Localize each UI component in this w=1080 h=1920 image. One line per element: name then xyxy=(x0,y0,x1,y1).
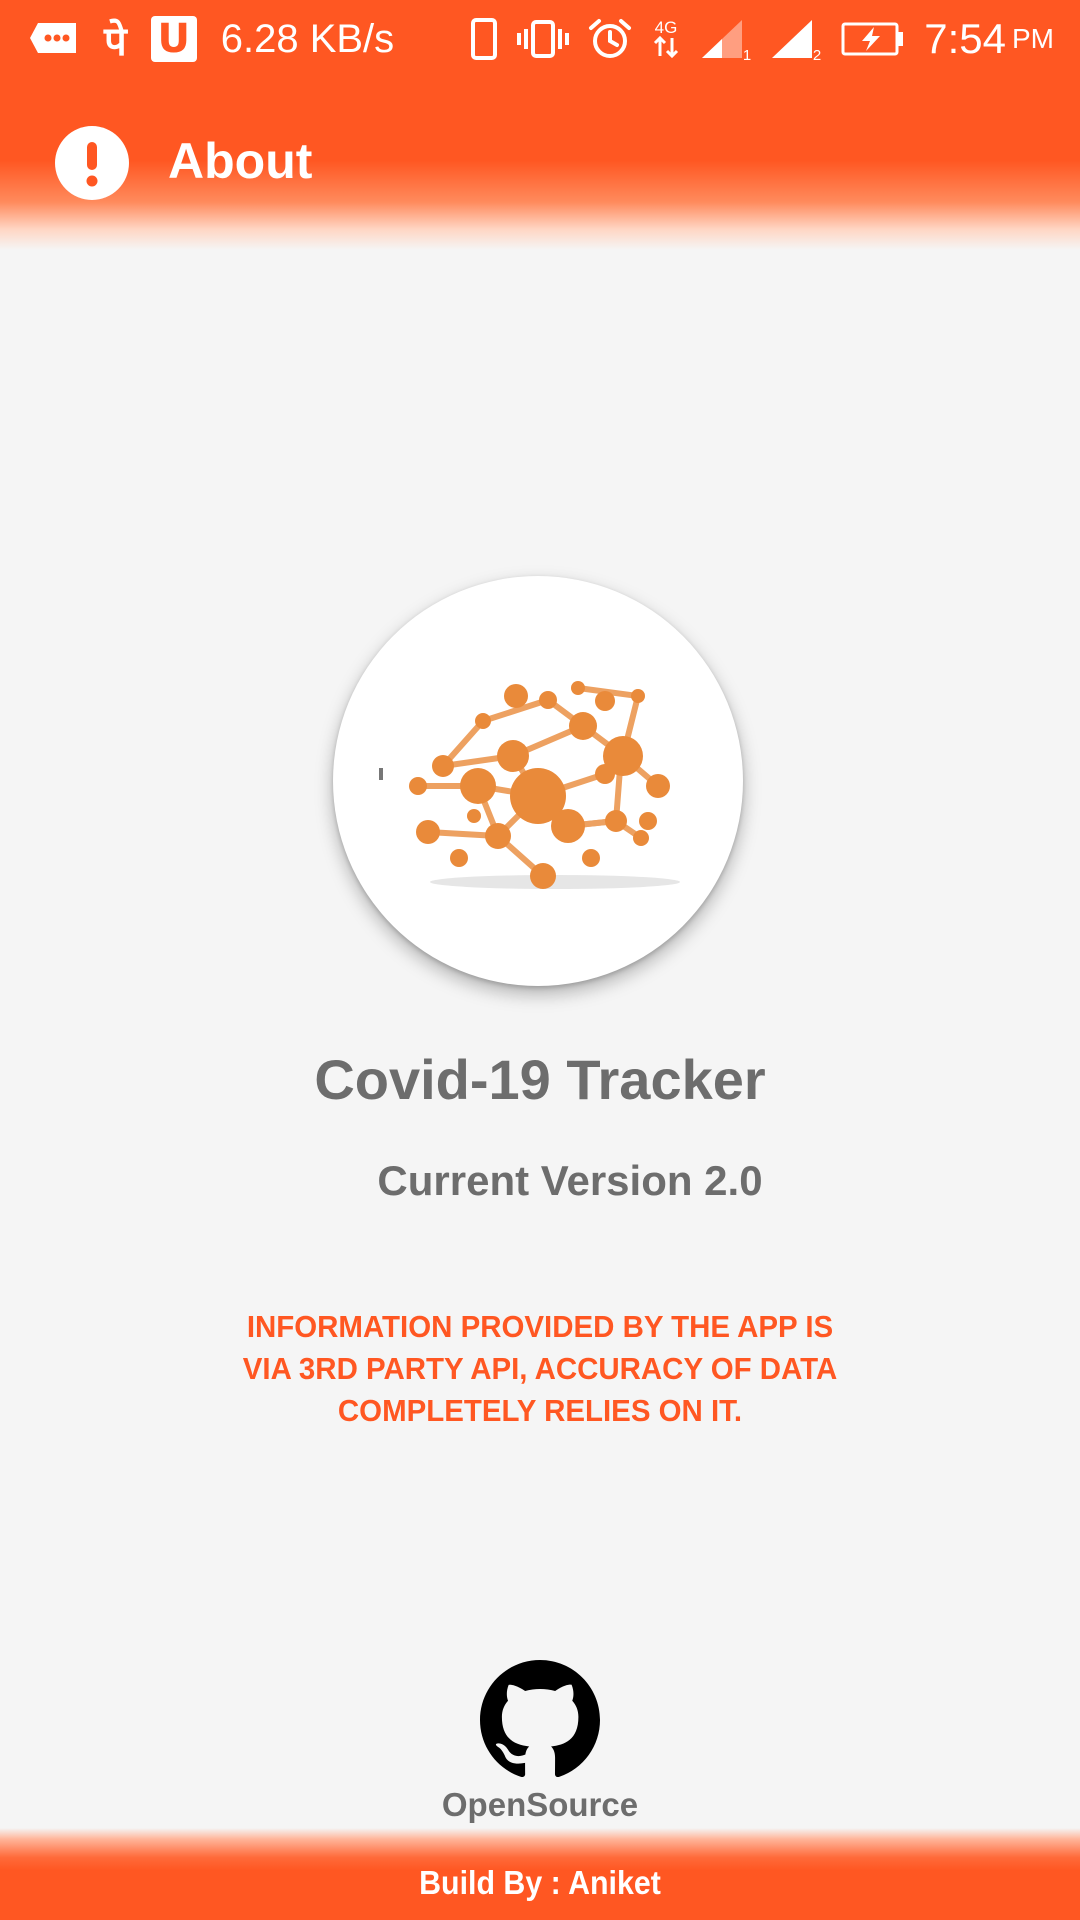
sim1-label: 1 xyxy=(743,47,751,62)
virus-globe-icon xyxy=(379,681,680,889)
clock-period: PM xyxy=(1012,23,1054,54)
disclaimer-text: INFORMATION PROVIDED BY THE APP IS VIA 3… xyxy=(242,1309,838,1428)
alert-circle-icon xyxy=(55,126,129,200)
github-icon[interactable] xyxy=(480,1660,600,1780)
signal-sim2-icon: 2 xyxy=(770,16,822,62)
toolbar-title: About xyxy=(168,133,313,189)
network-type-label: 4G xyxy=(655,18,678,37)
network-speed: 6.28 KB/s xyxy=(220,16,395,61)
app-logo xyxy=(333,576,743,986)
clock-time: 7:54 xyxy=(924,15,1006,62)
status-bar-left: पे U 6.28 KB/s xyxy=(28,0,418,78)
phone-outline-icon xyxy=(470,17,498,61)
toolbar: About xyxy=(0,78,1080,250)
status-clock: 7:54 PM xyxy=(924,15,1054,63)
signal-sim1-icon: 1 xyxy=(700,16,752,62)
alarm-icon xyxy=(588,17,632,61)
opensource-label[interactable]: OpenSource xyxy=(440,1786,640,1824)
vibrate-icon xyxy=(516,18,570,60)
app-version: Current Version 2.0 xyxy=(377,1157,763,1204)
message-dots-icon xyxy=(28,19,80,59)
sim2-label: 2 xyxy=(813,47,821,62)
credit-text: Build By : Aniket xyxy=(419,1864,661,1901)
phonepe-icon: पे xyxy=(104,18,127,65)
u-app-glyph: U xyxy=(150,16,197,62)
u-app-icon: U xyxy=(150,16,197,62)
battery-charging-icon xyxy=(840,21,906,57)
status-bar-right: 4G 1 2 7:54 PM xyxy=(470,0,1054,78)
github-opensource-link[interactable]: OpenSource xyxy=(440,1660,640,1828)
app-name: Covid-19 Tracker xyxy=(314,1048,766,1111)
network-4g-icon: 4G xyxy=(650,16,682,62)
status-bar: पे U 6.28 KB/s 4G 1 2 7:54 PM xyxy=(0,0,1080,78)
